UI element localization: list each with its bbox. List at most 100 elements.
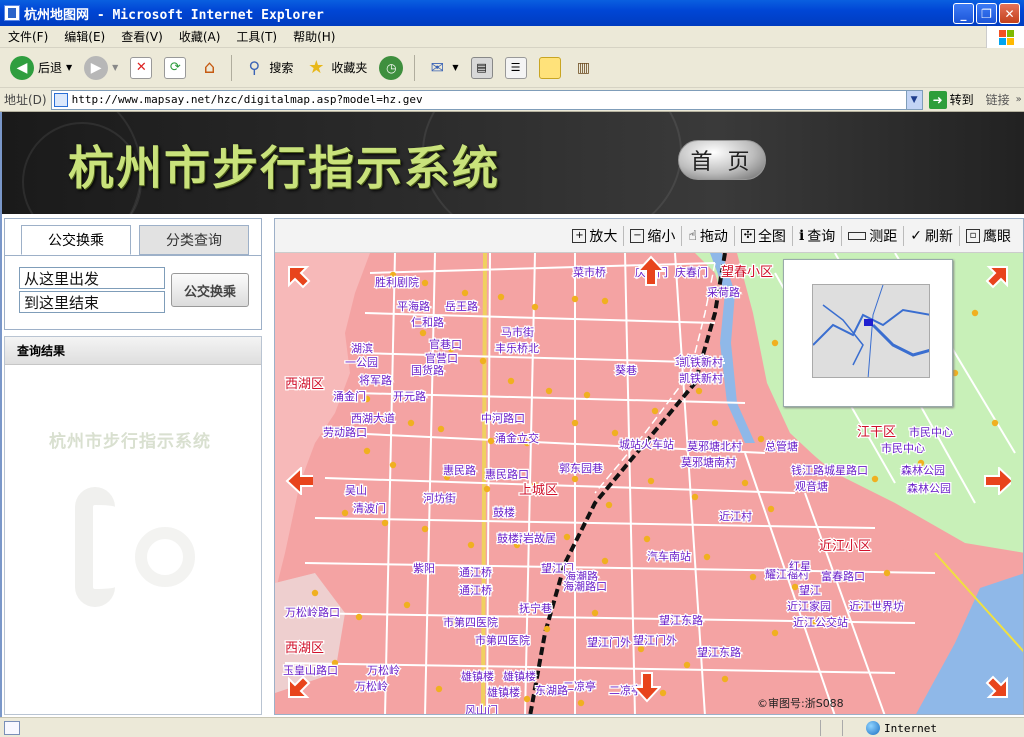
poi-marker[interactable] — [601, 297, 609, 305]
poi-marker[interactable] — [403, 601, 411, 609]
minimize-button[interactable]: _ — [953, 3, 974, 24]
restore-button[interactable]: ❐ — [976, 3, 997, 24]
window-titlebar[interactable]: 杭州地图网 - Microsoft Internet Explorer _ ❐ … — [0, 0, 1024, 26]
pan-west-arrow[interactable] — [285, 467, 313, 495]
poi-marker[interactable] — [421, 279, 429, 287]
poi-marker[interactable] — [591, 609, 599, 617]
poi-marker[interactable] — [791, 583, 799, 591]
poi-marker[interactable] — [461, 289, 469, 297]
poi-marker[interactable] — [363, 447, 371, 455]
poi-marker[interactable] — [703, 553, 711, 561]
pan-south-arrow[interactable] — [633, 672, 661, 703]
overview-map-canvas[interactable] — [812, 284, 930, 378]
mail-button[interactable]: ✉ ▼ — [422, 52, 462, 84]
back-button[interactable]: ◀ 后退 ▼ — [6, 52, 76, 84]
poi-marker[interactable] — [871, 475, 879, 483]
history-button[interactable]: ◷ — [375, 52, 407, 84]
menu-file[interactable]: 文件(F) — [0, 28, 56, 45]
bus-transfer-button[interactable]: 公交换乘 — [171, 273, 249, 307]
poi-marker[interactable] — [643, 535, 651, 543]
home-nav-button[interactable]: ⌂ — [194, 52, 224, 84]
poi-marker[interactable] — [507, 377, 515, 385]
close-button[interactable]: ✕ — [999, 3, 1020, 24]
poi-marker[interactable] — [487, 437, 495, 445]
poi-marker[interactable] — [523, 695, 531, 703]
edit-button[interactable]: ☰ — [501, 52, 531, 84]
stop-button[interactable]: ✕ — [126, 52, 156, 84]
menu-help[interactable]: 帮助(H) — [285, 28, 343, 45]
refresh-tool[interactable]: ✓ 刷新 — [903, 225, 959, 246]
mail-dropdown-icon[interactable]: ▼ — [452, 63, 458, 72]
menu-favorites[interactable]: 收藏(A) — [171, 28, 229, 45]
poi-marker[interactable] — [311, 589, 319, 597]
poi-marker[interactable] — [577, 699, 585, 707]
pan-north-arrow[interactable] — [637, 255, 665, 286]
poi-marker[interactable] — [691, 493, 699, 501]
menu-view[interactable]: 查看(V) — [113, 28, 171, 45]
pan-southwest-arrow[interactable] — [285, 673, 313, 701]
poi-marker[interactable] — [991, 419, 999, 427]
poi-marker[interactable] — [971, 309, 979, 317]
poi-marker[interactable] — [543, 625, 551, 633]
go-button[interactable]: ➜ 转到 — [928, 90, 974, 109]
measure-tool[interactable]: 测距 — [841, 225, 903, 246]
links-chevron-icon[interactable]: » — [1016, 94, 1022, 105]
pan-east-arrow[interactable] — [983, 467, 1011, 495]
poi-marker[interactable] — [771, 339, 779, 347]
poi-marker[interactable] — [571, 419, 579, 427]
poi-marker[interactable] — [545, 387, 553, 395]
address-input[interactable]: http://www.mapsay.net/hzc/digitalmap.asp… — [50, 89, 907, 110]
poi-marker[interactable] — [389, 461, 397, 469]
overview-map[interactable] — [783, 259, 953, 407]
zoom-out-tool[interactable]: − 缩小 — [623, 225, 681, 246]
home-page-button[interactable]: 首 页 — [678, 140, 766, 180]
research-button[interactable]: ▥ — [569, 52, 599, 84]
poi-marker[interactable] — [741, 479, 749, 487]
poi-marker[interactable] — [435, 685, 443, 693]
poi-marker[interactable] — [437, 425, 445, 433]
back-dropdown-icon[interactable]: ▼ — [66, 63, 72, 72]
poi-marker[interactable] — [883, 569, 891, 577]
map-canvas[interactable]: 胜利剧院平海路岳王路仁和路官巷口官营口马市街丰乐桥北菜市桥庆春门庆春门望春小区采… — [275, 253, 1023, 714]
poi-marker[interactable] — [601, 557, 609, 565]
favorites-button[interactable]: ★ 收藏夹 — [301, 52, 371, 84]
address-dropdown-icon[interactable]: ▼ — [906, 89, 923, 110]
poi-marker[interactable] — [695, 387, 703, 395]
forward-dropdown-icon[interactable]: ▼ — [112, 63, 118, 72]
poi-marker[interactable] — [571, 295, 579, 303]
tab-category-search[interactable]: 分类查询 — [139, 225, 249, 255]
menu-edit[interactable]: 编辑(E) — [56, 28, 113, 45]
full-extent-tool[interactable]: ✣ 全图 — [733, 225, 792, 246]
poi-marker[interactable] — [611, 429, 619, 437]
poi-marker[interactable] — [355, 613, 363, 621]
poi-marker[interactable] — [651, 407, 659, 415]
search-button[interactable]: ⚲ 搜索 — [239, 52, 297, 84]
forward-button[interactable]: ▶ ▼ — [80, 52, 122, 84]
poi-marker[interactable] — [497, 293, 505, 301]
poi-marker[interactable] — [583, 391, 591, 399]
from-field[interactable]: 从这里出发 — [19, 267, 165, 289]
poi-marker[interactable] — [381, 519, 389, 527]
poi-marker[interactable] — [647, 477, 655, 485]
tab-bus-transfer[interactable]: 公交换乘 — [21, 225, 131, 255]
to-field[interactable]: 到这里结束 — [19, 291, 165, 313]
poi-marker[interactable] — [749, 573, 757, 581]
print-button[interactable]: ▤ — [467, 52, 497, 84]
query-tool[interactable]: i 查询 — [791, 225, 841, 246]
pan-northwest-arrow[interactable] — [285, 263, 313, 291]
poi-marker[interactable] — [683, 661, 691, 669]
poi-marker[interactable] — [771, 629, 779, 637]
poi-marker[interactable] — [531, 303, 539, 311]
refresh-button[interactable]: ⟳ — [160, 52, 190, 84]
poi-marker[interactable] — [721, 675, 729, 683]
discuss-button[interactable] — [535, 52, 565, 84]
pan-northeast-arrow[interactable] — [983, 263, 1011, 291]
eagle-eye-tool[interactable]: ▫ 鹰眼 — [959, 225, 1017, 246]
poi-marker[interactable] — [563, 533, 571, 541]
menu-tools[interactable]: 工具(T) — [228, 28, 285, 45]
poi-marker[interactable] — [341, 509, 349, 517]
poi-marker[interactable] — [571, 475, 579, 483]
zoom-in-tool[interactable]: + 放大 — [566, 226, 623, 246]
poi-marker[interactable] — [605, 501, 613, 509]
pan-tool[interactable]: ☝ 拖动 — [681, 225, 734, 246]
